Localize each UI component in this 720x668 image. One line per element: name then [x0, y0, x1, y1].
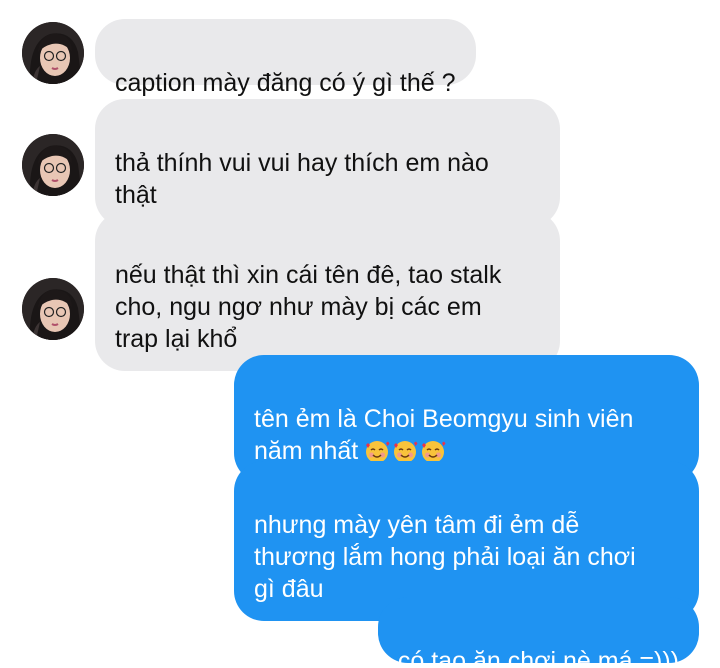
- chat-thread: caption mày đăng có ý gì thế ? thả thính…: [0, 0, 720, 668]
- message-text: caption mày đăng có ý gì thế ?: [115, 69, 456, 97]
- incoming-message[interactable]: nếu thật thì xin cái tên đê, tao stalk c…: [95, 211, 560, 371]
- contact-avatar[interactable]: [22, 278, 84, 340]
- message-text: thả thính vui vui hay thích em nào thật: [115, 149, 489, 209]
- incoming-message[interactable]: thả thính vui vui hay thích em nào thật: [95, 99, 560, 227]
- outgoing-message[interactable]: có tao ăn chơi nè má =))): [377, 597, 699, 668]
- message-text: nhưng mày yên tâm đi ẻm dễ thương lắm ho…: [254, 511, 636, 603]
- incoming-message[interactable]: caption mày đăng có ý gì thế ?: [95, 19, 476, 97]
- message-text: nếu thật thì xin cái tên đê, tao stalk c…: [115, 261, 502, 353]
- message-text: có tao ăn chơi nè má =))): [397, 647, 679, 668]
- contact-avatar[interactable]: [22, 134, 84, 196]
- contact-avatar[interactable]: [22, 22, 84, 84]
